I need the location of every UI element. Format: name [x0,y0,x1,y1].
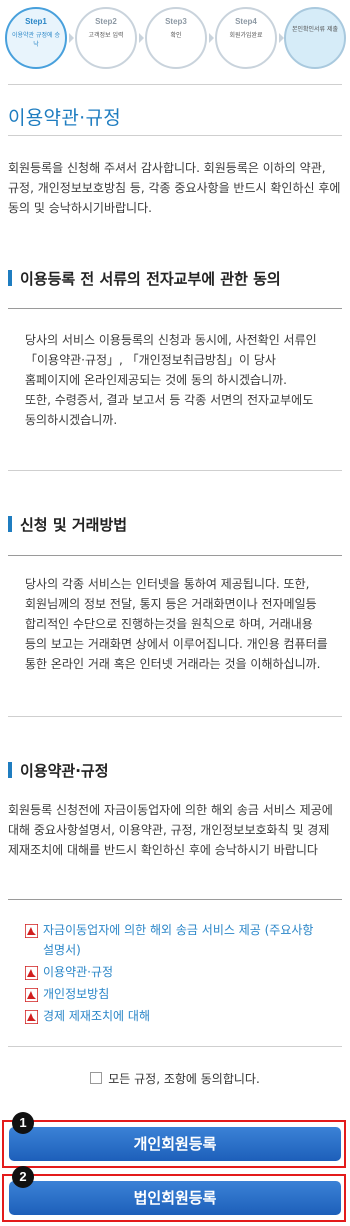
marker-2: 2 [12,1166,34,1188]
document-link-sanctions[interactable]: 경제 제재조치에 대해 [43,1006,150,1026]
agree-label: 모든 규정, 조항에 동의합니다. [108,1072,260,1086]
divider [8,470,342,471]
marker-1: 1 [12,1112,34,1134]
section-title-electronic-text: 이용등록 전 서류의 전자교부에 관한 동의 [20,270,281,288]
step-4-number: Step4 [235,17,257,26]
section-title-terms-text: 이용약관·규정 [20,762,109,780]
step-4: Step4 회원가입완료 [215,7,277,69]
step-4-label: 회원가입완료 [229,32,263,39]
agree-all[interactable]: 모든 규정, 조항에 동의합니다. [0,1070,350,1087]
section-marker-icon [8,762,12,778]
section-marker-icon [8,270,12,286]
step-2-label: 고객정보 입력 [88,32,124,39]
step-1: Step1 이용약관 규정에 승낙 [5,7,67,69]
step-progress: Step1 이용약관 규정에 승낙 Step2 고객정보 입력 Step3 확인… [0,0,350,82]
pdf-icon [25,1010,38,1024]
step-2-number: Step2 [95,17,117,26]
section-title-transaction-text: 신청 및 거래방법 [20,516,128,534]
transaction-body: 당사의 각종 서비스는 인터넷을 통하여 제공됩니다. 또한, 회원님께의 정보… [25,577,328,671]
divider [8,899,342,900]
terms-body: 회원등록 신청전에 자금이동업자에 의한 해외 송금 서비스 제공에 대해 중요… [8,803,333,857]
page-title: 이용약관·규정 [8,107,122,129]
divider [8,1046,342,1047]
step-3-label: 확인 [170,32,182,39]
section-title-terms: 이용약관·규정 [8,760,109,781]
pdf-icon [25,966,38,980]
step-arrow-icon [69,33,74,43]
section-title-transaction: 신청 및 거래방법 [8,514,127,535]
divider [8,84,342,85]
intro-text: 회원등록을 신청해 주셔서 감사합니다. 회원등록은 이하의 약관, 규정, 개… [8,161,341,215]
step-1-number: Step1 [25,17,47,26]
step-3: Step3 확인 [145,7,207,69]
step-2: Step2 고객정보 입력 [75,7,137,69]
corporate-register-button[interactable]: 법인회원등록 [9,1181,341,1215]
agree-checkbox[interactable] [90,1072,103,1084]
document-link-terms[interactable]: 이용약관·규정 [43,962,113,982]
electronic-body: 당사의 서비스 이용등록의 신청과 동시에, 사전확인 서류인 「이용약관·규정… [25,333,317,427]
step-5-label: 본인확인서류 제출 [291,26,339,33]
document-link-remittance[interactable]: 자금이동업자에 의한 해외 송금 서비스 제공 (주요사항 설명서) [43,920,333,960]
divider [8,135,342,136]
pdf-icon [25,988,38,1002]
section-marker-icon [8,516,12,532]
divider [8,555,342,556]
step-arrow-icon [209,33,214,43]
divider [8,308,342,309]
section-title-electronic: 이용등록 전 서류의 전자교부에 관한 동의 [8,268,281,289]
step-1-label: 이용약관 규정에 승낙 [12,32,60,48]
step-5: 본인확인서류 제출 [284,7,346,69]
step-arrow-icon [139,33,144,43]
divider [8,716,342,717]
document-link-privacy[interactable]: 개인정보방침 [43,984,109,1004]
step-3-number: Step3 [165,17,187,26]
personal-register-button[interactable]: 개인회원등록 [9,1127,341,1161]
pdf-icon [25,924,38,938]
